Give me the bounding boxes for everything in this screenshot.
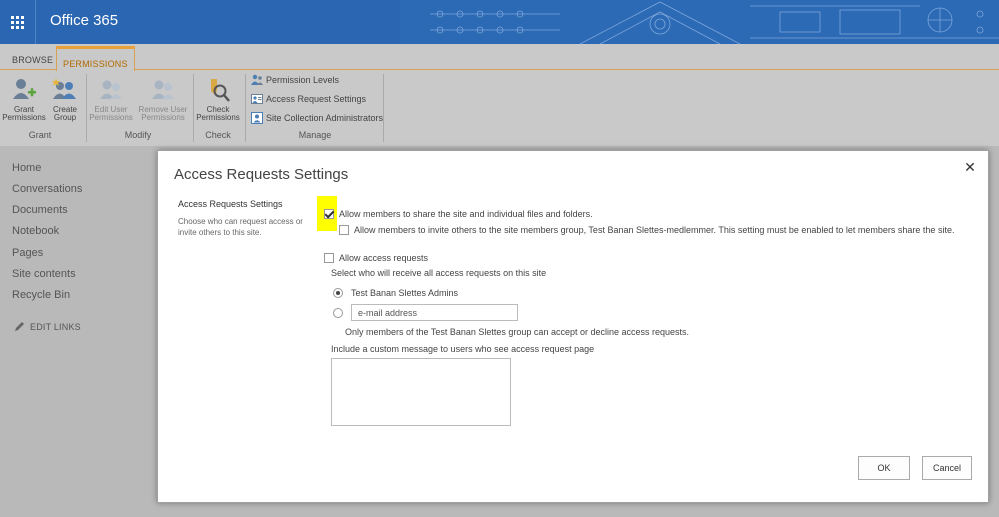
permission-levels-button[interactable]: Permission Levels (251, 74, 339, 86)
edit-links-label: EDIT LINKS (30, 321, 81, 332)
nav-item-site-contents[interactable]: Site contents (12, 268, 76, 280)
suite-title[interactable]: Office 365 (50, 12, 118, 29)
site-collection-administrators-label: Site Collection Administrators (266, 113, 384, 123)
edit-user-permissions-icon (100, 80, 122, 99)
ribbon-group-grant-label: Grant (28, 130, 52, 140)
custom-message-label: Include a custom message to users who se… (331, 344, 595, 354)
access-request-settings-icon (251, 94, 263, 104)
create-group-label-2: Group (53, 113, 77, 122)
cancel-button[interactable]: Cancel (922, 456, 972, 480)
email-field[interactable]: e-mail address (351, 304, 518, 321)
app-launcher-button[interactable] (0, 0, 34, 44)
create-group-button[interactable]: Create Group (48, 77, 82, 122)
dialog-title: Access Requests Settings (174, 166, 349, 183)
permission-levels-icon (251, 74, 263, 85)
radio-admins-label: Test Banan Slettes Admins (351, 288, 459, 298)
radio-email-option: e-mail address (333, 304, 518, 321)
allow-share-checkbox[interactable] (324, 209, 334, 219)
blueprint-banner-image (400, 0, 999, 44)
close-icon[interactable]: ✕ (963, 160, 977, 174)
allow-invite-label: Allow members to invite others to the si… (354, 225, 955, 235)
access-request-settings-button[interactable]: Access Request Settings (251, 93, 366, 105)
grant-permissions-icon (13, 79, 36, 99)
ribbon-group-modify-label: Modify (124, 130, 152, 140)
ribbon-group-manage-label: Manage (298, 130, 332, 140)
edit-user-permissions-label-2: Permissions (89, 113, 133, 122)
custom-message-textarea[interactable] (331, 358, 511, 426)
tab-browse[interactable]: BROWSE (6, 49, 59, 70)
site-collection-administrators-icon (251, 112, 263, 124)
tab-permissions[interactable]: PERMISSIONS (56, 46, 135, 71)
radio-admins-option: Test Banan Slettes Admins (333, 288, 458, 298)
check-permissions-label-2: Permissions (196, 113, 240, 122)
receive-requests-label: Select who will receive all access reque… (331, 268, 547, 278)
grant-permissions-label-2: Permissions (2, 113, 46, 122)
nav-item-notebook[interactable]: Notebook (12, 225, 59, 237)
nav-item-recycle-bin[interactable]: Recycle Bin (12, 289, 70, 301)
ribbon: BROWSE PERMISSIONS Grant Permissions Cre… (0, 44, 999, 146)
ribbon-group-check-label: Check (205, 130, 231, 140)
allow-invite-checkbox[interactable] (339, 225, 349, 235)
allow-access-requests-option: Allow access requests (324, 253, 428, 263)
create-group-icon (52, 78, 76, 99)
only-members-note: Only members of the Test Banan Slettes g… (345, 327, 690, 337)
ribbon-tabs: BROWSE PERMISSIONS (0, 44, 999, 71)
nav-item-conversations[interactable]: Conversations (12, 183, 82, 195)
radio-email[interactable] (333, 307, 343, 318)
section-title: Access Requests Settings (178, 199, 283, 209)
nav-item-home[interactable]: Home (12, 162, 41, 174)
allow-invite-option: Allow members to invite others to the si… (339, 225, 954, 235)
edit-user-permissions-button[interactable]: Edit User Permissions (88, 77, 134, 122)
permission-levels-label: Permission Levels (266, 75, 340, 85)
ribbon-group-divider (383, 74, 384, 142)
suite-divider (35, 0, 36, 44)
remove-user-permissions-icon (152, 80, 174, 99)
remove-user-permissions-label-2: Permissions (141, 113, 185, 122)
nav-item-documents[interactable]: Documents (12, 204, 68, 216)
grant-permissions-button[interactable]: Grant Permissions (2, 77, 46, 122)
radio-admins[interactable] (333, 288, 343, 298)
allow-access-requests-label: Allow access requests (339, 253, 429, 263)
allow-share-option: Allow members to share the site and indi… (324, 209, 593, 219)
section-description: Choose who can request access or invite … (178, 217, 303, 237)
check-permissions-icon (211, 79, 230, 102)
ribbon-group-divider (193, 74, 194, 142)
edit-links-button[interactable]: EDIT LINKS (14, 321, 81, 332)
app-launcher-icon (10, 15, 24, 29)
remove-user-permissions-button[interactable]: Remove User Permissions (136, 77, 190, 122)
ribbon-group-divider (245, 74, 246, 142)
allow-access-requests-checkbox[interactable] (324, 253, 334, 263)
pencil-icon (15, 322, 24, 331)
ok-button[interactable]: OK (858, 456, 910, 480)
nav-item-pages[interactable]: Pages (12, 247, 43, 259)
access-request-settings-label: Access Request Settings (266, 94, 367, 104)
allow-share-label: Allow members to share the site and indi… (339, 209, 593, 219)
site-collection-administrators-button[interactable]: Site Collection Administrators (251, 112, 383, 124)
check-permissions-button[interactable]: Check Permissions (195, 77, 241, 122)
ribbon-group-divider (86, 74, 87, 142)
access-requests-dialog: Access Requests Settings ✕ Access Reques… (157, 150, 989, 503)
suite-bar: Office 365 (0, 0, 999, 44)
